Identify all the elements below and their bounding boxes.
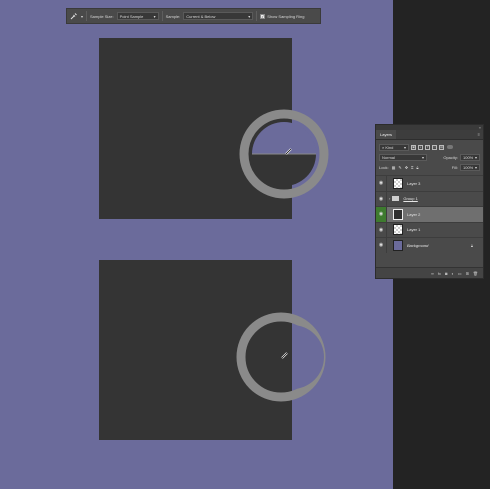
filter-type-icon[interactable]: T [425, 144, 430, 150]
options-bar: ▾ Sample Size: Point Sample ▾ Sample: Cu… [66, 8, 321, 24]
lock-row: Lock: ▦ ✎ ✥ ⌗ 🔒︎ Fill: 100% ▾ [376, 162, 483, 172]
collapse-icon[interactable]: » [479, 125, 481, 130]
blend-mode-select[interactable]: Normal ▾ [379, 153, 427, 161]
fx-icon[interactable]: fx [438, 271, 441, 276]
blend-row: Normal ▾ Opacity: 100% ▾ [376, 152, 483, 162]
layer-name: Layer 1 [407, 227, 421, 233]
visibility-eye-icon[interactable]: ◉ [376, 207, 387, 222]
filter-shape-icon[interactable]: □ [432, 144, 437, 150]
adjustment-icon[interactable]: ◐ [451, 271, 453, 276]
eyedropper-cursor-icon [281, 352, 288, 359]
filter-toggle[interactable] [447, 145, 453, 149]
layer-name: Layer 3 [407, 180, 421, 186]
show-sampling-ring-label: Show Sampling Ring [267, 13, 305, 19]
chevron-down-icon: ▾ [153, 13, 156, 19]
group-expand-chevron-icon[interactable]: › [389, 196, 390, 201]
divider [256, 11, 258, 21]
layer-list: ◉ Layer 3 ◉ › Group 1 ◉ Layer 2 ◉ Layer … [376, 175, 483, 253]
layer-thumbnail [393, 224, 403, 236]
fill-value: 100% [463, 164, 474, 170]
filter-adjustment-icon[interactable]: ◐ [418, 144, 423, 150]
layers-panel: » Layers ≡ ⌕ Kind ▾ ▣ ◐ T □ ▤ Normal ▾ O… [375, 124, 484, 279]
panel-tabs: Layers ≡ [376, 130, 483, 140]
opacity-field[interactable]: 100% ▾ [460, 153, 480, 161]
sample-select[interactable]: Current & Below ▾ [183, 12, 254, 20]
lock-image-icon[interactable]: ✎ [398, 165, 401, 170]
visibility-eye-icon[interactable]: ◉ [376, 176, 387, 191]
opacity-label: Opacity: [443, 154, 458, 160]
lock-label: Lock: [379, 164, 389, 170]
tab-layers[interactable]: Layers [376, 130, 397, 139]
layer-thumbnail [393, 208, 403, 220]
layers-bottom-toolbar: ∞ fx ◙ ◐ ▭ ⊞ 🗑︎ [376, 267, 483, 278]
layer-row-layer-2[interactable]: ◉ Layer 2 [376, 206, 483, 222]
layer-row-background[interactable]: ◉ Background 🔒︎ [376, 237, 483, 253]
eyedropper-icon[interactable] [67, 9, 81, 23]
opacity-value: 100% [463, 154, 474, 160]
layer-name: Layer 2 [407, 211, 421, 217]
visibility-eye-icon[interactable]: ◉ [376, 191, 387, 206]
link-icon[interactable]: ∞ [431, 271, 434, 276]
filter-kind-value: ⌕ Kind [382, 144, 394, 150]
search-icon: ⌕ [382, 144, 385, 150]
panel-menu-icon[interactable]: ≡ [478, 132, 480, 137]
new-layer-icon[interactable]: ⊞ [466, 271, 469, 276]
layer-thumbnail [393, 239, 403, 251]
sample-size-value: Point Sample [119, 13, 144, 19]
visibility-eye-icon[interactable]: ◉ [376, 238, 387, 253]
trash-icon[interactable]: 🗑︎ [473, 271, 478, 276]
sample-size-select[interactable]: Point Sample ▾ [116, 12, 159, 20]
divider [86, 11, 88, 21]
sample-value: Current & Below [186, 13, 216, 19]
lock-icon: 🔒︎ [470, 242, 473, 248]
filter-pixel-icon[interactable]: ▣ [411, 144, 416, 150]
chevron-down-icon: ▾ [474, 164, 477, 170]
sampling-ring-bottom [236, 312, 326, 402]
visibility-eye-icon[interactable]: ◉ [376, 222, 387, 237]
folder-icon[interactable]: ▭ [458, 271, 462, 276]
chevron-down-icon: ▾ [248, 13, 251, 19]
filter-row: ⌕ Kind ▾ ▣ ◐ T □ ▤ [376, 142, 483, 152]
lock-transparent-icon[interactable]: ▦ [392, 165, 396, 170]
fill-field[interactable]: 100% ▾ [460, 163, 480, 171]
filter-smartobject-icon[interactable]: ▤ [439, 144, 444, 150]
show-sampling-ring-checkbox[interactable]: ✓ [260, 13, 266, 19]
divider [161, 11, 163, 21]
filter-kind-select[interactable]: ⌕ Kind ▾ [379, 143, 409, 151]
sampling-ring-top [239, 109, 329, 199]
chevron-down-icon: ▾ [474, 154, 477, 160]
folder-icon [392, 196, 400, 202]
tool-preset-chevron-icon[interactable]: ▾ [81, 14, 83, 19]
chevron-down-icon: ▾ [403, 144, 406, 150]
layer-name: Background [407, 242, 429, 248]
layer-thumbnail [393, 177, 403, 189]
lock-position-icon[interactable]: ✥ [405, 165, 408, 170]
chevron-down-icon: ▾ [421, 154, 424, 160]
lock-all-icon[interactable]: 🔒︎ [416, 165, 418, 170]
layer-name: Group 1 [403, 196, 418, 202]
lock-artboard-icon[interactable]: ⌗ [411, 165, 413, 170]
mask-icon[interactable]: ◙ [445, 271, 447, 276]
layer-row-layer-1[interactable]: ◉ Layer 1 [376, 221, 483, 237]
blend-mode-value: Normal [382, 154, 395, 160]
sample-size-label: Sample Size: [90, 13, 114, 19]
sample-label: Sample: [165, 13, 181, 19]
fill-label: Fill: [451, 164, 458, 170]
tab-layers-label: Layers [380, 132, 393, 137]
layer-row-group-1[interactable]: ◉ › Group 1 [376, 190, 483, 206]
layer-row-layer-3[interactable]: ◉ Layer 3 [376, 175, 483, 191]
